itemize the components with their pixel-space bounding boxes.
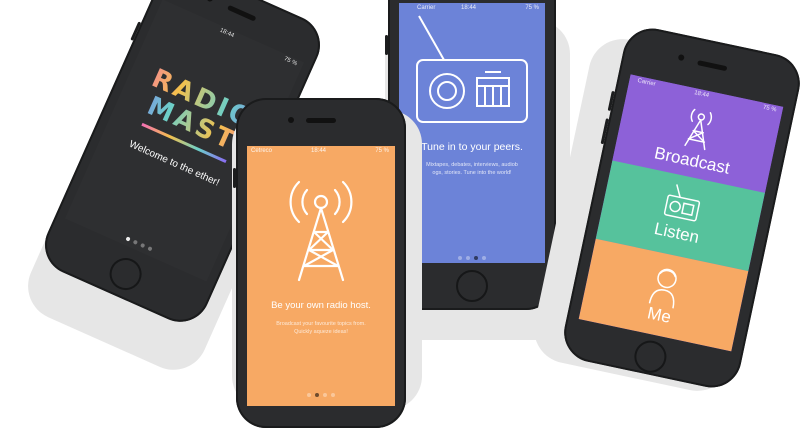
page-dot-1[interactable] — [458, 256, 462, 260]
page-dot-2[interactable] — [132, 239, 138, 245]
page-dot-3[interactable] — [323, 393, 327, 397]
antenna-tower-icon — [289, 180, 353, 282]
status-time: 18:44 — [693, 90, 710, 100]
status-time: 18:44 — [311, 148, 327, 154]
main-menu-screen: Carrier 18:44 75 % Broadcast Listen Me — [578, 74, 784, 352]
home-button[interactable] — [456, 270, 488, 302]
broadcast-intro-screen: Cetreco 18:44 75 % Be your own radio hos… — [247, 146, 395, 406]
page-dot-4[interactable] — [146, 245, 153, 252]
page-dot-4[interactable] — [331, 393, 335, 397]
home-button[interactable] — [104, 252, 147, 295]
page-dot-1[interactable] — [307, 393, 311, 397]
radio-icon — [416, 15, 528, 123]
phone-broadcast-intro: Cetreco 18:44 75 % Be your own radio hos… — [233, 98, 406, 428]
page-dot-2[interactable] — [315, 393, 319, 397]
broadcast-intro-headline: Be your own radio host. — [271, 300, 371, 311]
home-button[interactable] — [631, 337, 670, 376]
status-battery: 75 % — [762, 104, 777, 114]
page-indicator[interactable] — [247, 384, 395, 402]
page-dot-4[interactable] — [482, 256, 486, 260]
status-carrier: Carrier — [636, 78, 657, 88]
page-dot-3[interactable] — [474, 256, 478, 260]
tune-in-subtext: Mixtapes, debates, interviews, audiob og… — [426, 162, 518, 176]
status-battery: 75 % — [282, 56, 298, 68]
status-carrier: Cetreco — [251, 148, 273, 154]
page-dot-1[interactable] — [124, 236, 131, 242]
page-dot-3[interactable] — [139, 242, 145, 248]
status-battery: 75 % — [375, 148, 389, 154]
status-bar: Cetreco 18:44 75 % — [247, 146, 395, 158]
page-dot-2[interactable] — [466, 256, 470, 260]
status-time: 18:44 — [218, 27, 235, 40]
broadcast-intro-subtext: Broadcast your favourite topics from. Qu… — [276, 321, 366, 335]
